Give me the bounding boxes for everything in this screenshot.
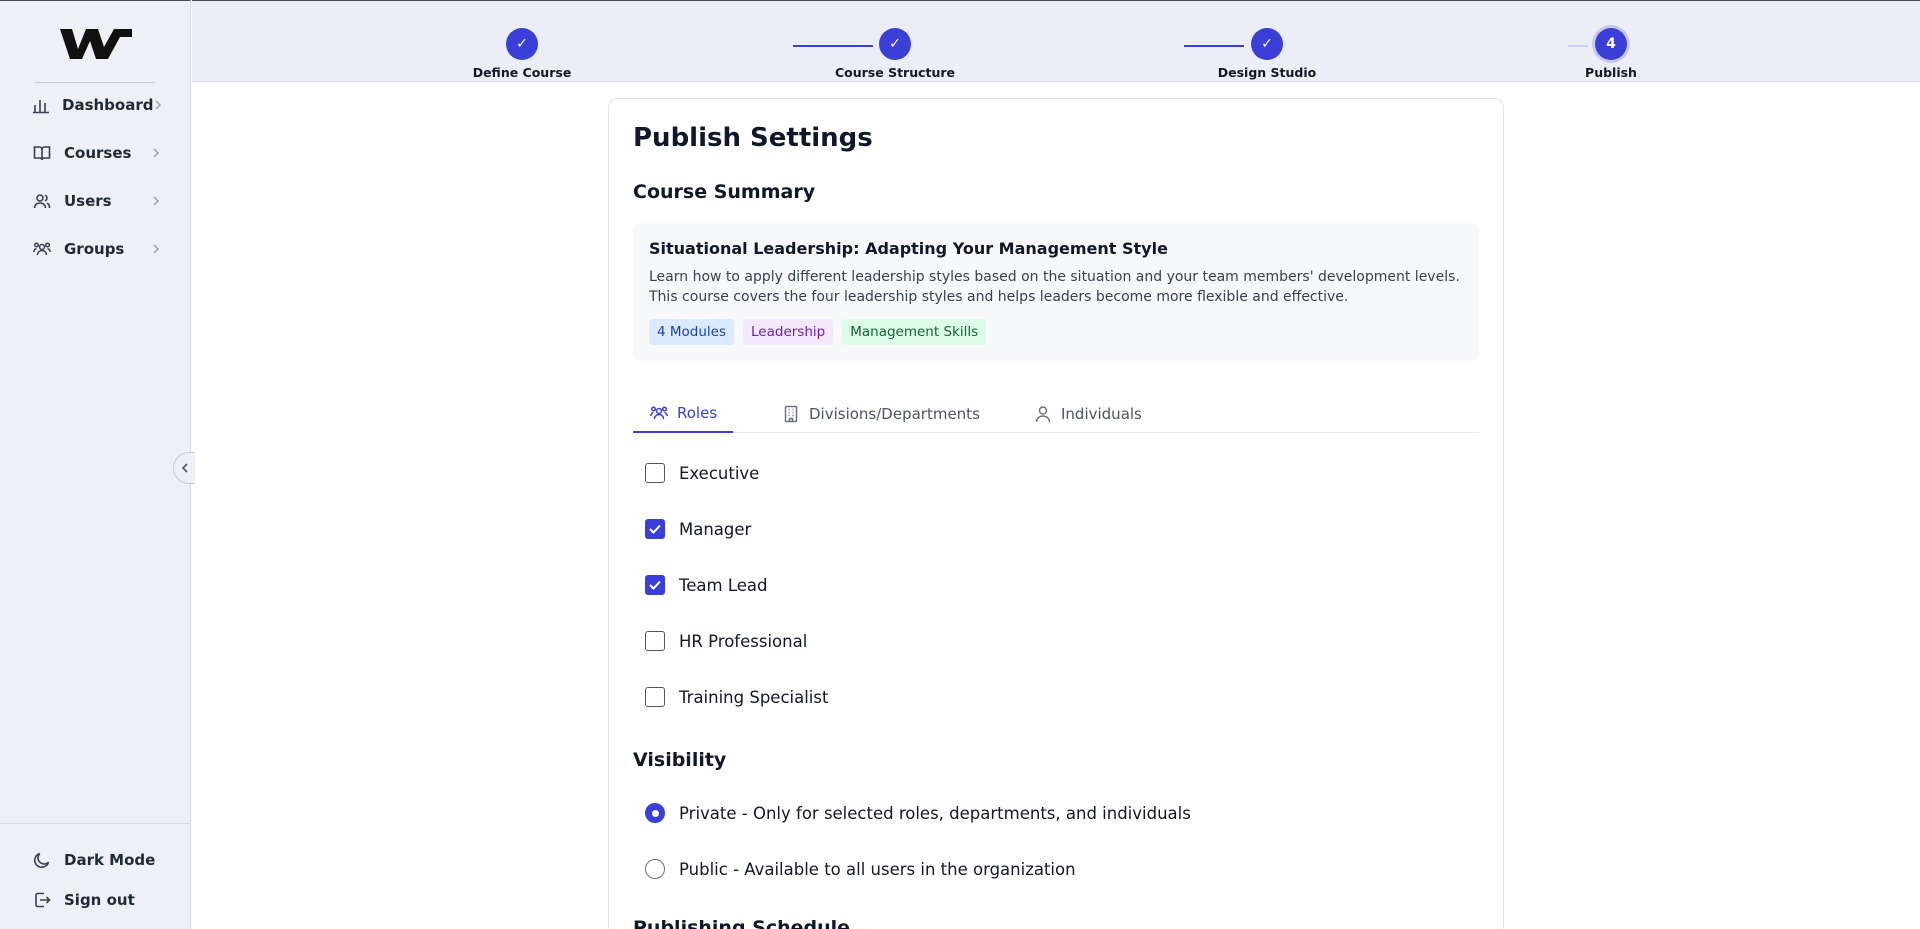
step-number: 4 — [1595, 28, 1627, 60]
tab-roles[interactable]: Roles — [633, 395, 734, 433]
chevron-right-icon — [150, 147, 162, 159]
step-define-course[interactable]: ✓ Define Course — [442, 28, 602, 80]
user-icon — [1033, 404, 1053, 424]
role-label: Executive — [679, 463, 760, 483]
sidebar-item-users[interactable]: Users — [32, 186, 162, 216]
tab-individuals[interactable]: Individuals — [1033, 395, 1142, 433]
role-label: HR Professional — [679, 631, 808, 651]
sidebar-item-label: Users — [64, 192, 112, 210]
audience-tabs: Roles Divisions/Departments Individuals — [633, 395, 1479, 433]
step-complete-icon: ✓ — [1251, 28, 1283, 60]
step-publish[interactable]: 4 Publish — [1531, 28, 1691, 80]
dark-mode-label: Dark Mode — [64, 851, 156, 869]
visibility-heading: Visibility — [633, 749, 727, 771]
sidebar-item-courses[interactable]: Courses — [32, 138, 162, 168]
role-hr-professional[interactable]: HR Professional — [645, 631, 807, 651]
step-label: Course Structure — [834, 65, 956, 80]
sidebar-item-label: Dashboard — [62, 96, 154, 114]
progress-stepper: ✓ Define Course ✓ Course Structure ✓ Des… — [192, 0, 1920, 82]
dark-mode-toggle[interactable]: Dark Mode — [32, 845, 162, 875]
logo-icon — [60, 29, 132, 59]
groups-icon — [649, 403, 669, 423]
role-executive[interactable]: Executive — [645, 463, 759, 483]
role-label: Team Lead — [679, 575, 768, 595]
role-team-lead[interactable]: Team Lead — [645, 575, 768, 595]
role-team-lead-checkbox[interactable] — [645, 575, 665, 595]
tab-label: Individuals — [1061, 405, 1142, 423]
logo-divider — [35, 82, 155, 83]
sidebar-item-dashboard[interactable]: Dashboard — [32, 90, 162, 120]
step-complete-icon: ✓ — [879, 28, 911, 60]
sidebar-item-label: Courses — [64, 144, 132, 162]
course-title: Situational Leadership: Adapting Your Ma… — [649, 239, 1168, 258]
tag-modules: 4 Modules — [649, 319, 735, 345]
step-complete-icon: ✓ — [506, 28, 538, 60]
visibility-public-radio[interactable] — [645, 859, 665, 879]
course-summary-heading: Course Summary — [633, 181, 816, 203]
tab-label: Roles — [677, 404, 718, 422]
chevron-right-icon — [150, 243, 162, 255]
tab-label: Divisions/Departments — [809, 405, 980, 423]
sidebar-item-groups[interactable]: Groups — [32, 234, 162, 264]
course-tags: 4 Modules Leadership Management Skills — [649, 319, 1463, 345]
role-training-specialist[interactable]: Training Specialist — [645, 687, 828, 707]
users-icon — [32, 191, 52, 211]
visibility-private-option[interactable]: Private - Only for selected roles, depar… — [645, 803, 1191, 823]
visibility-private-radio[interactable] — [645, 803, 665, 823]
role-training-specialist-checkbox[interactable] — [645, 687, 665, 707]
bar-chart-icon — [32, 95, 50, 115]
sidebar-bottom-divider — [0, 823, 191, 824]
course-description: Learn how to apply different leadership … — [649, 269, 1460, 305]
page-title: Publish Settings — [633, 123, 873, 153]
role-label: Training Specialist — [679, 687, 829, 707]
step-label: Define Course — [472, 65, 572, 80]
chevron-left-icon — [181, 459, 189, 478]
check-icon — [649, 524, 661, 534]
step-label: Publish — [1585, 65, 1637, 80]
tag-leadership: Leadership — [743, 319, 834, 345]
groups-icon — [32, 239, 52, 259]
sign-out-button[interactable]: Sign out — [32, 885, 162, 915]
role-hr-professional-checkbox[interactable] — [645, 631, 665, 651]
sign-out-label: Sign out — [64, 891, 135, 909]
book-icon — [32, 143, 52, 163]
tab-divisions-departments[interactable]: Divisions/Departments — [781, 395, 980, 433]
sign-out-icon — [32, 890, 52, 910]
visibility-public-option[interactable]: Public - Available to all users in the o… — [645, 859, 1076, 879]
sidebar-item-label: Groups — [64, 240, 125, 258]
tag-management-skills: Management Skills — [842, 319, 987, 345]
publish-settings-card: Publish Settings Course Summary Situatio… — [608, 98, 1504, 929]
moon-icon — [32, 850, 52, 870]
role-manager[interactable]: Manager — [645, 519, 751, 539]
step-label: Design Studio — [1217, 65, 1317, 80]
visibility-label: Public - Available to all users in the o… — [679, 859, 1076, 879]
chevron-right-icon — [150, 195, 162, 207]
check-icon — [649, 580, 661, 590]
course-summary-box: Situational Leadership: Adapting Your Ma… — [633, 223, 1479, 361]
role-executive-checkbox[interactable] — [645, 463, 665, 483]
chevron-right-icon — [153, 99, 162, 111]
step-design-studio[interactable]: ✓ Design Studio — [1187, 28, 1347, 80]
publishing-schedule-heading: Publishing Schedule — [633, 917, 851, 929]
role-manager-checkbox[interactable] — [645, 519, 665, 539]
step-course-structure[interactable]: ✓ Course Structure — [815, 28, 975, 80]
role-label: Manager — [679, 519, 752, 539]
sidebar: Dashboard Courses Users Groups Dark Mode — [0, 0, 191, 929]
building-icon — [781, 404, 801, 424]
visibility-label: Private - Only for selected roles, depar… — [679, 803, 1191, 823]
